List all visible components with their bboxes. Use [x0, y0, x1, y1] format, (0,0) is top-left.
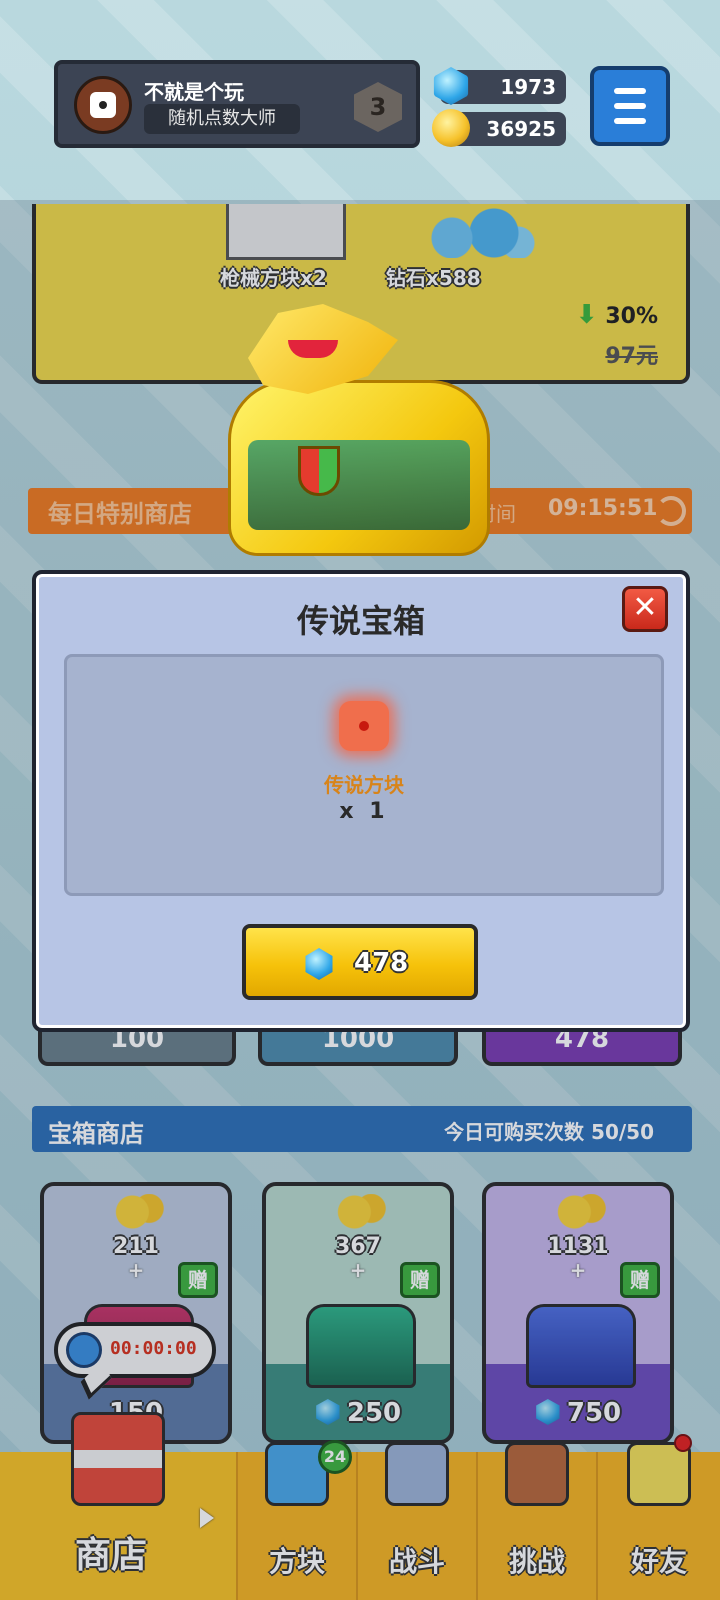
player-title: 随机点数大师	[144, 104, 300, 134]
menu-icon-bar	[614, 88, 646, 94]
reward-name: 传说方块	[324, 773, 404, 797]
level-badge: 3	[354, 82, 402, 132]
legendary-chest-dialog: 传说宝箱 ✕ 传说方块 x 1 478	[32, 570, 690, 1032]
chest-band	[248, 440, 470, 530]
menu-button[interactable]	[590, 66, 670, 146]
legendary-dice-icon	[339, 701, 389, 751]
menu-icon-bar	[614, 118, 646, 124]
avatar	[74, 76, 132, 134]
close-button[interactable]: ✕	[622, 586, 668, 632]
gem-count: 1973	[500, 75, 556, 99]
coin-balance[interactable]: 36925	[432, 109, 566, 147]
reward-quantity: x 1	[339, 799, 389, 824]
menu-icon-bar	[614, 103, 646, 109]
dialog-title: 传说宝箱	[296, 602, 425, 640]
buy-button[interactable]: 478	[242, 924, 478, 1000]
buy-price: 478	[354, 948, 409, 978]
gem-balance[interactable]: 1973	[433, 67, 566, 105]
coin-icon	[432, 109, 470, 147]
dice-icon	[90, 92, 116, 118]
player-name: 不就是个玩	[144, 80, 244, 104]
dragon-mouth	[288, 340, 338, 358]
shield-icon	[298, 446, 340, 496]
gem-icon	[305, 948, 333, 980]
player-profile[interactable]: 不就是个玩 随机点数大师 3	[54, 60, 420, 148]
coin-count: 36925	[486, 117, 556, 141]
reward-box: 传说方块 x 1	[64, 654, 664, 896]
legendary-chest-image	[214, 300, 504, 562]
